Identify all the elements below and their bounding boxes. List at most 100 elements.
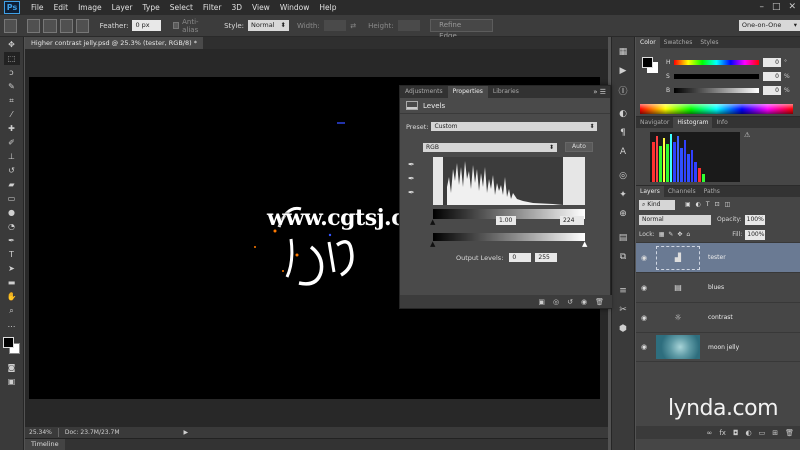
brightness-input[interactable]: 0	[763, 86, 781, 95]
refine-edge-button[interactable]: Refine Edge...	[430, 19, 493, 40]
paragraph-icon[interactable]: ¶	[615, 126, 631, 140]
add-to-selection-icon[interactable]	[43, 18, 57, 33]
tab-libraries[interactable]: Libraries	[488, 86, 524, 98]
color-swatches[interactable]	[2, 337, 21, 355]
height-input[interactable]	[397, 20, 421, 31]
preset-select[interactable]: Custom ⬍	[431, 122, 598, 131]
tab-styles[interactable]: Styles	[696, 37, 722, 48]
hand-tool-icon[interactable]: ✋	[4, 290, 20, 303]
marquee-tool-icon[interactable]: ⬚	[3, 52, 20, 65]
path-select-tool-icon[interactable]: ➤	[4, 262, 20, 275]
output-black-field[interactable]: 0	[509, 253, 532, 262]
brightness-slider[interactable]	[674, 88, 759, 93]
add-mask-icon[interactable]: ◘	[733, 429, 739, 437]
trash-icon[interactable]: 🗑	[785, 429, 794, 437]
menu-layer[interactable]: Layer	[107, 3, 138, 12]
new-group-icon[interactable]: ▭	[759, 429, 766, 437]
history-brush-tool-icon[interactable]: ↺	[4, 164, 20, 177]
photoshop-logo[interactable]: Ps	[4, 1, 20, 14]
doc-info[interactable]: Doc: 23.7M/23.7M	[65, 429, 120, 436]
swap-icon[interactable]: ⇄	[350, 22, 356, 30]
menu-image[interactable]: Image	[73, 3, 107, 12]
menu-3d[interactable]: 3D	[226, 3, 247, 12]
tab-info[interactable]: Info	[712, 117, 731, 128]
input-white-field[interactable]: 224	[560, 216, 584, 225]
new-layer-icon[interactable]: ⊞	[772, 429, 778, 437]
pen-tool-icon[interactable]: ✒	[4, 234, 20, 247]
menu-type[interactable]: Type	[138, 3, 165, 12]
tab-adjustments[interactable]: Adjustments	[400, 86, 448, 98]
link-layers-icon[interactable]: ∞	[707, 429, 713, 437]
auto-button[interactable]: Auto	[565, 142, 593, 152]
anti-alias-checkbox[interactable]	[172, 22, 180, 29]
intersect-selection-icon[interactable]	[75, 18, 89, 33]
channel-select[interactable]: RGB ⬍	[423, 142, 557, 152]
width-input[interactable]	[323, 20, 347, 31]
restore-icon[interactable]: □	[772, 2, 781, 12]
trash-icon[interactable]: 🗑	[595, 298, 604, 306]
eye-icon[interactable]: ◉	[636, 254, 652, 262]
color-panel-foreground[interactable]	[642, 57, 653, 68]
new-selection-icon[interactable]	[27, 18, 41, 33]
channels-icon[interactable]: ≡	[615, 284, 631, 298]
fill-input[interactable]: 100%	[745, 229, 766, 240]
healing-brush-tool-icon[interactable]: ✚	[4, 122, 20, 135]
menu-window[interactable]: Window	[275, 3, 315, 12]
zoom-tool-icon[interactable]: ⌕	[4, 304, 20, 317]
styles-icon[interactable]: ▤	[615, 231, 631, 245]
eye-icon[interactable]: ◉	[636, 343, 652, 351]
tab-layers[interactable]: Layers	[636, 186, 664, 197]
menu-filter[interactable]: Filter	[198, 3, 227, 12]
eyedropper-tool-icon[interactable]: ⁄	[4, 108, 20, 121]
layer-kind-select[interactable]: ⌕ Kind	[639, 199, 675, 210]
feather-input[interactable]: 0 px	[132, 20, 161, 31]
paths-icon[interactable]: ✂	[615, 303, 631, 317]
blend-mode-select[interactable]: Normal	[639, 214, 711, 225]
layer-row[interactable]: ◉ ▟ tester	[636, 242, 800, 272]
input-gamma-field[interactable]: 1.00	[496, 216, 516, 225]
view-previous-icon[interactable]: ◎	[553, 298, 559, 306]
panel-menu-icon[interactable]: » ☰	[593, 86, 606, 98]
white-point-eyedropper-icon[interactable]: ✒	[408, 188, 418, 198]
more-tools-icon[interactable]: …	[4, 318, 20, 331]
layer-filter-icons[interactable]: ▣◐T⊡◫	[685, 201, 735, 208]
clone-source-icon[interactable]: ⊕	[615, 207, 631, 221]
eye-icon[interactable]: ◉	[636, 314, 652, 322]
marquee-preset-icon[interactable]	[4, 18, 18, 33]
actions-icon[interactable]: ▶	[615, 64, 631, 78]
minimize-icon[interactable]: –	[759, 2, 764, 12]
white-output-slider-icon[interactable]: ▲	[582, 240, 587, 248]
screen-mode-icon[interactable]: ▣	[4, 375, 20, 388]
black-point-eyedropper-icon[interactable]: ✒	[408, 160, 418, 170]
tab-paths[interactable]: Paths	[700, 186, 724, 197]
layer-row[interactable]: ◉ moon jelly	[636, 332, 800, 362]
character-icon[interactable]: A	[615, 145, 631, 159]
shape-tool-icon[interactable]: ▬	[4, 276, 20, 289]
quick-select-tool-icon[interactable]: ✎	[4, 80, 20, 93]
output-white-field[interactable]: 255	[535, 253, 558, 262]
libraries-icon[interactable]: ◎	[615, 169, 631, 183]
layer-row[interactable]: ◉ ☼ contrast	[636, 302, 800, 332]
type-tool-icon[interactable]: T	[4, 248, 20, 261]
black-input-slider-icon[interactable]: ▲	[430, 218, 435, 226]
quick-mask-icon[interactable]: ◙	[4, 361, 20, 374]
menu-edit[interactable]: Edit	[49, 3, 74, 12]
subtract-selection-icon[interactable]	[59, 18, 73, 33]
adjustments-icon[interactable]: ◐	[615, 107, 631, 121]
lasso-tool-icon[interactable]: ↄ	[4, 66, 20, 79]
layer-row[interactable]: ◉ ▤ blues	[636, 272, 800, 302]
reset-icon[interactable]: ↺	[567, 298, 573, 306]
new-adjustment-icon[interactable]: ◐	[746, 429, 752, 437]
layer-comps-icon[interactable]: ⧉	[615, 250, 631, 264]
hue-input[interactable]: 0	[763, 58, 781, 67]
tab-navigator[interactable]: Navigator	[636, 117, 673, 128]
close-icon[interactable]: ✕	[788, 2, 796, 12]
document-tab[interactable]: Higher contrast jelly.psd @ 25.3% (teste…	[25, 37, 203, 49]
move-tool-icon[interactable]: ✥	[4, 38, 20, 51]
brush-tool-icon[interactable]: ✐	[4, 136, 20, 149]
dodge-tool-icon[interactable]: ◔	[4, 220, 20, 233]
opacity-input[interactable]: 100%	[744, 214, 765, 225]
tab-swatches[interactable]: Swatches	[660, 37, 697, 48]
crop-tool-icon[interactable]: ⌗	[4, 94, 20, 107]
menu-help[interactable]: Help	[314, 3, 341, 12]
